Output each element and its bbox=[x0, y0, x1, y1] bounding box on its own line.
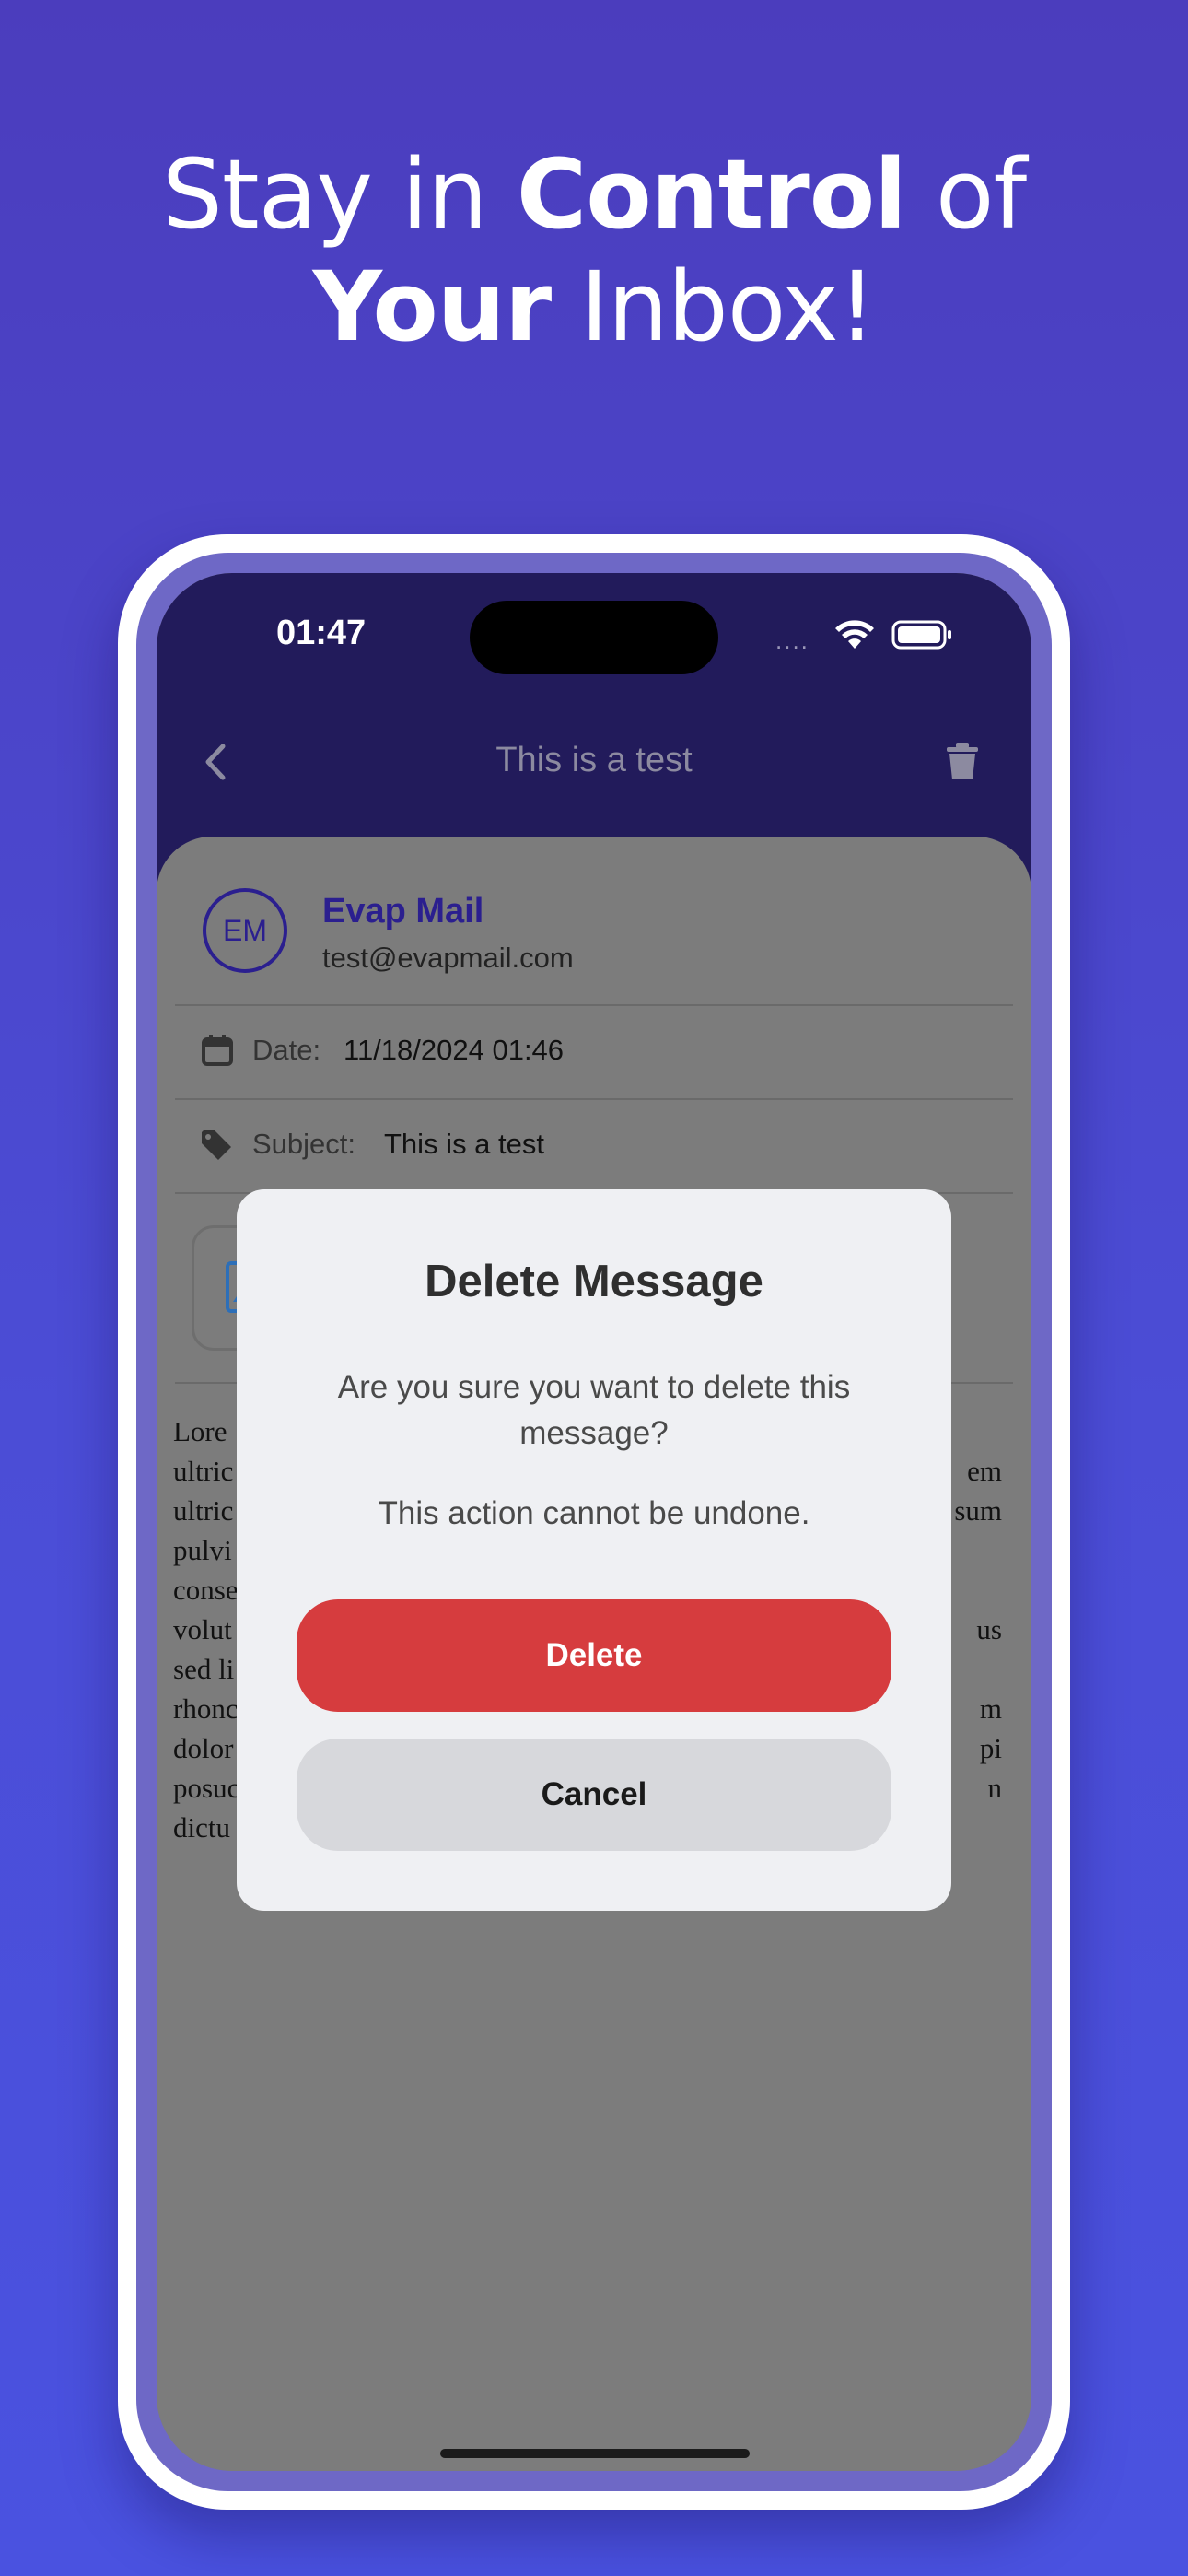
delete-button[interactable]: Delete bbox=[297, 1599, 891, 1712]
body-line-start: Lore bbox=[173, 1415, 227, 1447]
body-line-end: n bbox=[987, 1772, 1003, 1804]
subject-value: This is a test bbox=[384, 1128, 544, 1160]
body-line-start: posuc bbox=[173, 1772, 240, 1804]
divider bbox=[175, 1098, 1013, 1100]
wifi-icon bbox=[835, 620, 874, 649]
date-value: 11/18/2024 01:46 bbox=[344, 1034, 565, 1066]
home-indicator[interactable] bbox=[440, 2449, 750, 2458]
chevron-left-icon[interactable] bbox=[197, 739, 234, 785]
promo-line-2: Your Inbox! bbox=[0, 251, 1188, 363]
cancel-button[interactable]: Cancel bbox=[297, 1739, 891, 1851]
body-line-end: us bbox=[976, 1613, 1002, 1645]
body-line-start: rhonc bbox=[173, 1692, 239, 1725]
trash-icon[interactable] bbox=[944, 741, 981, 781]
body-line-start: pulvi bbox=[173, 1534, 232, 1566]
body-line-start: dolor bbox=[173, 1732, 234, 1764]
promo-headline: Stay in Control of Your Inbox! bbox=[0, 138, 1188, 363]
promo-line-1: Stay in Control of bbox=[0, 138, 1188, 251]
promo-text: Inbox! bbox=[551, 251, 876, 363]
calendar-icon bbox=[202, 1035, 233, 1066]
body-line-start: dictu bbox=[173, 1811, 230, 1844]
signal-indicator: .... bbox=[775, 626, 809, 654]
body-line-start: volut bbox=[173, 1613, 232, 1645]
body-line-end: sum bbox=[954, 1494, 1002, 1527]
body-line-end: em bbox=[967, 1455, 1002, 1487]
sender-email: test@evapmail.com bbox=[322, 942, 574, 974]
body-line-start: ultric bbox=[173, 1494, 234, 1527]
battery-icon bbox=[891, 620, 951, 650]
body-line-start: sed li bbox=[173, 1653, 235, 1685]
dialog-warning: This action cannot be undone. bbox=[378, 1495, 810, 1531]
promo-emphasis: Control bbox=[516, 138, 907, 251]
subject-label: Subject: bbox=[252, 1128, 356, 1160]
date-label: Date: bbox=[252, 1034, 321, 1066]
promo-emphasis: Your bbox=[312, 251, 553, 363]
body-line-end: m bbox=[979, 1692, 1002, 1725]
promo-text: Stay in bbox=[161, 138, 517, 251]
tag-icon bbox=[202, 1130, 231, 1160]
promo-text: of bbox=[905, 138, 1027, 251]
body-line-start: conse bbox=[173, 1574, 239, 1606]
dynamic-island bbox=[470, 601, 718, 674]
delete-dialog: Delete Message Are you sure you want to … bbox=[237, 1189, 951, 1911]
avatar: EM bbox=[203, 888, 287, 973]
status-time: 01:47 bbox=[276, 614, 367, 652]
divider bbox=[175, 1004, 1013, 1006]
body-line-end: pi bbox=[979, 1732, 1002, 1764]
header-title: This is a test bbox=[495, 741, 693, 779]
dialog-title: Delete Message bbox=[425, 1257, 763, 1306]
body-line-start: ultric bbox=[173, 1455, 234, 1487]
dialog-question: Are you sure you want to delete this mes… bbox=[337, 1369, 851, 1451]
sender-name: Evap Mail bbox=[322, 892, 484, 931]
